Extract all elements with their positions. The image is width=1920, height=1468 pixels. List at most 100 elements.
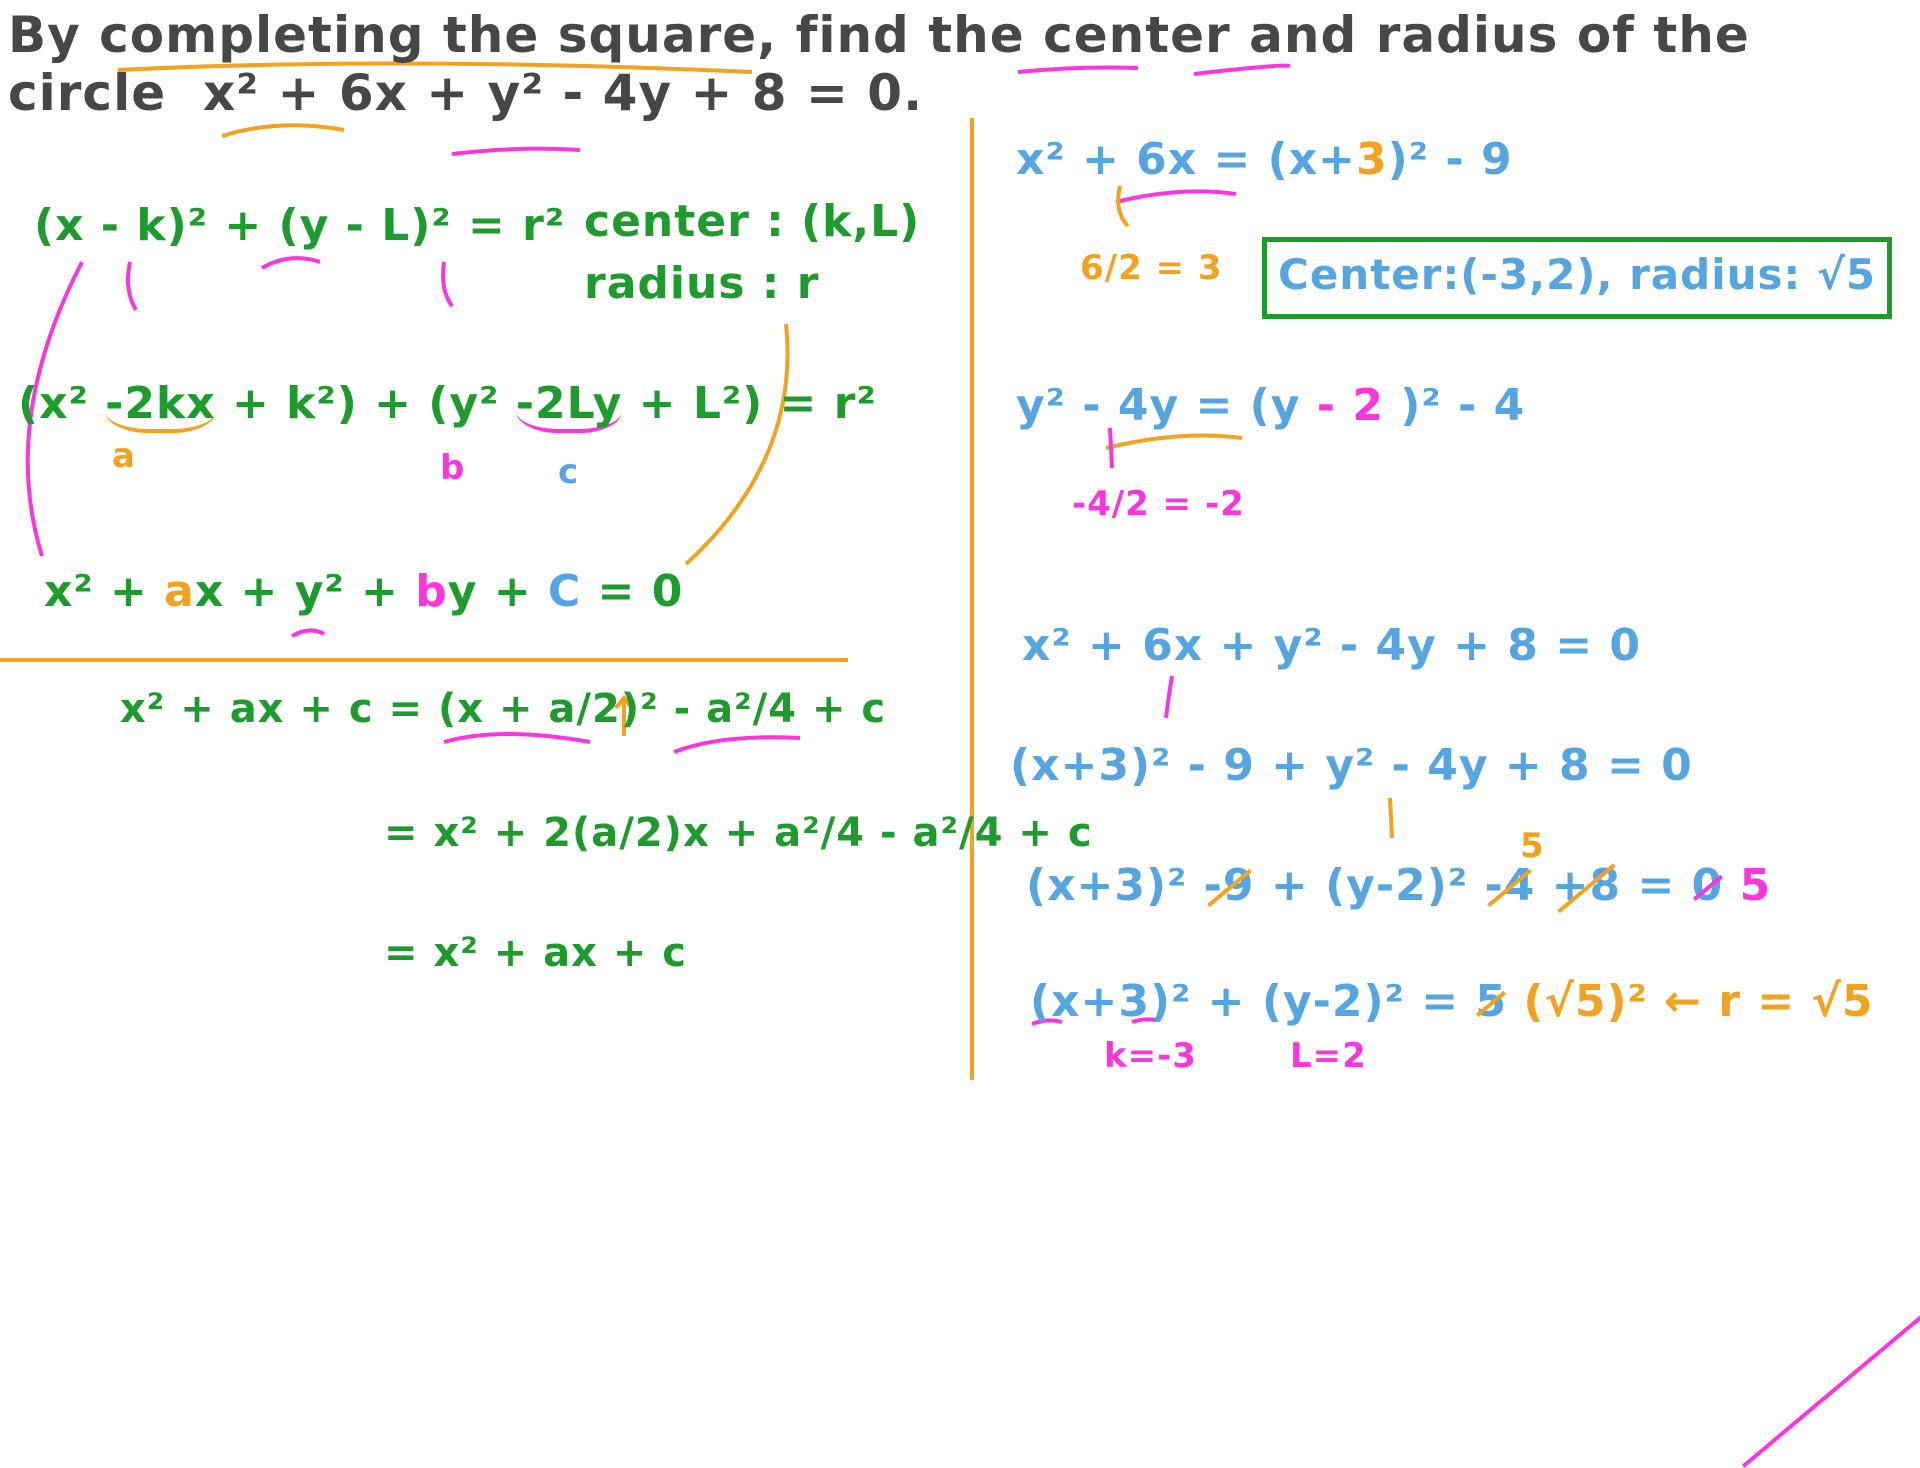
arrow-eq1-eq2	[1164, 675, 1174, 719]
step4-struck-5: 5	[1475, 976, 1508, 1027]
general-form-equation: x² + ax + y² + by + C = 0	[44, 566, 683, 617]
step3-struck-4: -4	[1484, 860, 1536, 911]
complete-square-y: y² - 4y = (y - 2 )² - 4	[1016, 380, 1525, 431]
half-y-coefficient: -4/2 = -2	[1072, 484, 1245, 524]
squiggle-x-square	[1115, 189, 1237, 204]
complete-square-x: x² + 6x = (x+3)² - 9	[1016, 134, 1513, 185]
derivation-line-2: = x² + 2(a/2)x + a²/4 - a²/4 + c	[384, 810, 1093, 856]
general-y: y +	[447, 566, 548, 617]
squiggle-constant-term	[673, 735, 801, 754]
arrow-r	[441, 261, 454, 308]
question-equation-y-part: y² - 4y	[487, 64, 673, 122]
solution-step-1: x² + 6x + y² - 4y + 8 = 0	[1022, 620, 1642, 671]
curve-right-arrow	[684, 323, 790, 566]
question-word-radius: radius	[1375, 6, 1559, 64]
radius-result-note: ← r = √5	[1664, 976, 1874, 1027]
derivation-line-3: = x² + ax + c	[384, 930, 687, 976]
step3-space	[1535, 860, 1551, 911]
expanded-b-term: -2Ly	[515, 378, 623, 433]
question-equation-rest: + 8 = 0.	[690, 64, 924, 122]
question-word-center: center	[1043, 6, 1231, 64]
label-b: b	[440, 448, 466, 488]
y-half-coefficient: - 2	[1316, 380, 1384, 431]
y-rest: - 4	[1441, 380, 1526, 431]
underline-radius	[1193, 63, 1291, 76]
x-half-coefficient: 3	[1356, 134, 1388, 185]
step3-mid: + (y-2)²	[1254, 860, 1485, 911]
question-equation-x-part: x² + 6x	[202, 64, 408, 122]
expanded-part: +	[215, 378, 287, 429]
derivation-constant-term: - a²/4 + c	[673, 686, 887, 732]
label-c: c	[558, 452, 580, 492]
question-phrase-find: , find the	[757, 6, 1025, 64]
expanded-l2-term: L²	[692, 378, 743, 429]
squiggle-y2-general	[291, 628, 325, 638]
expanded-part: ) =	[742, 378, 834, 429]
step4-rhs: (√5)²	[1507, 976, 1648, 1027]
expanded-r2-term: r²	[833, 378, 877, 429]
derivation-lhs: x² + ax + c =	[120, 686, 423, 732]
solution-step-4: (x+3)² + (y-2)² = 5 (√5)² ← r = √5	[1030, 976, 1874, 1027]
question-phrase-completing-square: completing the square	[99, 6, 758, 64]
annotation-strokes	[25, 61, 1394, 1026]
step3-struck-8: +8	[1551, 860, 1622, 911]
k-value: k=-3	[1104, 1036, 1197, 1076]
step3-struck-5-above: 5	[1520, 826, 1920, 866]
x-lhs: x² + 6x =	[1016, 134, 1252, 185]
arrow-half-x	[1116, 185, 1130, 228]
expanded-part: (x²	[18, 378, 106, 429]
arrow-half-y	[1108, 427, 1114, 469]
expanded-k2-term: k²	[286, 378, 337, 429]
general-x: x + y² +	[194, 566, 416, 617]
general-a: a	[164, 566, 195, 617]
arrow-eq2-eq3	[1388, 797, 1394, 839]
derivation-square-term: (x + a/2)²	[437, 686, 659, 732]
expanded-a-term: -2kx	[105, 378, 216, 433]
radius-definition: radius : r	[584, 258, 820, 309]
horizontal-divider	[0, 658, 848, 662]
underline-x-terms	[221, 123, 345, 138]
underline-center	[1017, 65, 1139, 74]
step4-lhs: (x+3)² + (y-2)² =	[1030, 976, 1476, 1027]
question-word-circle: circle	[8, 64, 167, 122]
question-equation-plus: +	[426, 64, 470, 122]
general-x2: x² +	[44, 566, 165, 617]
underline-y-terms	[451, 146, 581, 156]
question-line-2: circle x² + 6x + y² - 4y + 8 = 0.	[8, 64, 923, 122]
standard-form-equation: (x - k)² + (y - L)² = r²	[34, 200, 566, 251]
y-open: (y	[1249, 380, 1317, 431]
step3-struck-9: -9	[1203, 860, 1255, 911]
question-line-1: By completing the square, find the cente…	[8, 6, 1750, 64]
general-b: b	[415, 566, 448, 617]
question-word-and: and	[1249, 6, 1358, 64]
squiggle-y	[261, 256, 321, 270]
y-lhs: y² - 4y =	[1016, 380, 1234, 431]
l-value: L=2	[1290, 1036, 1367, 1076]
step3-struck-0: 0	[1691, 860, 1724, 911]
center-definition: center : (k,L)	[584, 196, 921, 247]
answer-text: Center:(-3,2), radius: √5	[1278, 250, 1877, 299]
step3-start: (x+3)²	[1026, 860, 1204, 911]
expanded-part: ) + (y²	[336, 378, 516, 429]
squiggle-square-term	[443, 732, 591, 744]
x-close: )²	[1387, 134, 1430, 185]
derivation-line-1: x² + ax + c = (x + a/2)² - a²/4 + c	[120, 686, 886, 732]
arrow-k	[126, 261, 138, 312]
label-a: a	[112, 436, 136, 476]
x-rest: - 9	[1429, 134, 1513, 185]
vertical-divider	[970, 118, 974, 1080]
squiggle-y-square	[1105, 433, 1243, 450]
expanded-part: +	[622, 378, 693, 429]
y-close: )²	[1383, 380, 1442, 431]
question-phrase-of-the: of the	[1576, 6, 1750, 64]
solution-step-2: (x+3)² - 9 + y² - 4y + 8 = 0	[1010, 740, 1693, 791]
solution-step-3: (x+3)² -9 + (y-2)² -4 +8 = 0 5	[1026, 860, 1771, 911]
expanded-form-equation: (x² -2kx + k²) + (y² -2Ly + L²) = r²	[18, 378, 877, 433]
x-open: (x+	[1267, 134, 1357, 185]
half-x-coefficient: 6/2 = 3	[1080, 248, 1223, 288]
step3-result-5: 5	[1723, 860, 1772, 911]
general-c: C	[547, 566, 582, 617]
general-rhs: = 0	[581, 566, 684, 617]
question-word-by: By	[8, 6, 81, 64]
step3-equals: =	[1621, 860, 1692, 911]
